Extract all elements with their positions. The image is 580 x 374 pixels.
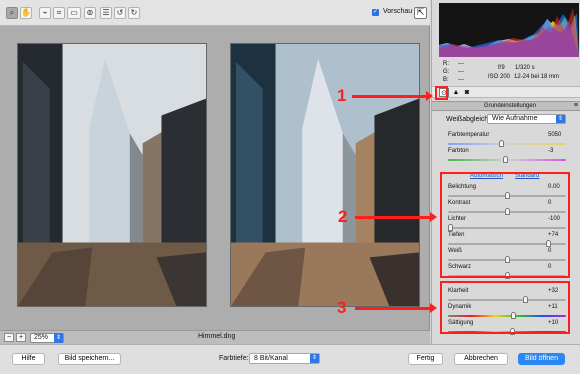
blue-value: --- — [458, 77, 464, 83]
zoom-in-button[interactable]: + — [16, 333, 26, 342]
tint-value[interactable]: -3 — [548, 148, 566, 154]
footer-bar: Hilfe Bild speichern... Farbtiefe: 8 Bit… — [0, 344, 580, 374]
tint-label: Farbton — [448, 148, 469, 154]
section-title: Grundeinstellungen — [484, 103, 537, 109]
bit-depth-label: Farbtiefe: — [219, 355, 249, 362]
rotate-left-icon[interactable]: ↺ — [114, 7, 126, 19]
green-label: G: — [443, 69, 450, 75]
temperature-thumb[interactable] — [498, 140, 504, 147]
temperature-track — [448, 143, 566, 145]
histogram — [439, 3, 579, 57]
temperature-label: Farbtemperatur — [448, 132, 490, 138]
aperture-value: f/9 — [498, 65, 505, 71]
done-button[interactable]: Fertig — [408, 353, 443, 365]
blue-label: B: — [443, 77, 449, 83]
tool-bar: ⌕ ✋ ⌁ ⌗ ▭ ⊚ ☰ ↺ ↻ ✓ Vorschau ⇱ — [0, 0, 430, 26]
white-balance-label: Weißabgleich: — [446, 116, 491, 123]
annotation-box-two — [440, 172, 570, 278]
raw-editor-window: ⌕ ✋ ⌁ ⌗ ▭ ⊚ ☰ ↺ ↻ ✓ Vorschau ⇱ − + 25% ⇕… — [0, 0, 580, 374]
preview-label: Vorschau — [383, 8, 413, 15]
red-eye-icon[interactable]: ⊚ — [84, 7, 96, 19]
eyedropper-icon[interactable]: ⌁ — [39, 7, 51, 19]
list-icon[interactable]: ☰ — [100, 7, 112, 19]
iso-value: ISO 200 — [488, 74, 511, 80]
green-value: --- — [458, 69, 464, 75]
zoom-select[interactable]: 25% — [30, 333, 64, 343]
help-button[interactable]: Hilfe — [12, 353, 45, 365]
status-bar: − + 25% Himmel.dng — [0, 330, 430, 344]
tone-curve-tab-icon[interactable]: ▲ — [451, 88, 461, 97]
annotation-number-three: 3 — [337, 298, 347, 317]
after-photo — [230, 43, 420, 307]
bit-depth-select[interactable]: 8 Bit/Kanal — [249, 353, 320, 364]
preview-checkbox[interactable]: ✓ — [372, 9, 379, 16]
annotation-arrow-one — [352, 91, 433, 101]
white-balance-select[interactable]: Wie Aufnahme — [487, 114, 566, 124]
camera-tab-icon[interactable]: ◙ — [462, 88, 472, 97]
red-value: --- — [458, 61, 464, 67]
zoom-icon[interactable]: ⌕ — [6, 7, 18, 19]
straighten-icon[interactable]: ▭ — [67, 7, 81, 19]
red-label: R: — [443, 61, 449, 67]
panel-tabs: ⊙ ▲ ◙ — [432, 86, 580, 98]
lens-value: 12-24 bei 18 mm — [514, 74, 560, 80]
hand-icon[interactable]: ✋ — [20, 7, 32, 19]
temperature-value[interactable]: 5050 — [548, 132, 566, 138]
annotation-box-three — [440, 281, 570, 334]
before-photo — [17, 43, 207, 307]
zoom-out-button[interactable]: − — [4, 333, 14, 342]
crop-icon[interactable]: ⌗ — [53, 7, 65, 19]
shutter-value: 1/320 s — [515, 65, 535, 71]
annotation-arrow-three — [355, 303, 437, 313]
annotation-box-one — [435, 86, 448, 100]
panel-menu-icon[interactable]: ≡ — [574, 102, 578, 109]
basic-settings-header: Grundeinstellungen ≡ — [432, 101, 580, 111]
annotation-arrow-two — [355, 212, 437, 222]
preview-canvas — [0, 26, 430, 330]
save-image-button[interactable]: Bild speichern... — [58, 353, 121, 365]
open-image-button[interactable]: Bild öffnen — [518, 353, 565, 365]
annotation-number-one: 1 — [337, 86, 347, 105]
filename: Himmel.dng — [198, 333, 236, 340]
cancel-button[interactable]: Abbrechen — [454, 353, 508, 365]
tint-thumb[interactable] — [503, 156, 509, 163]
annotation-number-two: 2 — [338, 207, 348, 226]
fullscreen-icon[interactable]: ⇱ — [414, 7, 427, 19]
rotate-right-icon[interactable]: ↻ — [128, 7, 140, 19]
metadata-area: R: --- G: --- B: --- f/9 1/320 s ISO 200… — [432, 58, 580, 86]
